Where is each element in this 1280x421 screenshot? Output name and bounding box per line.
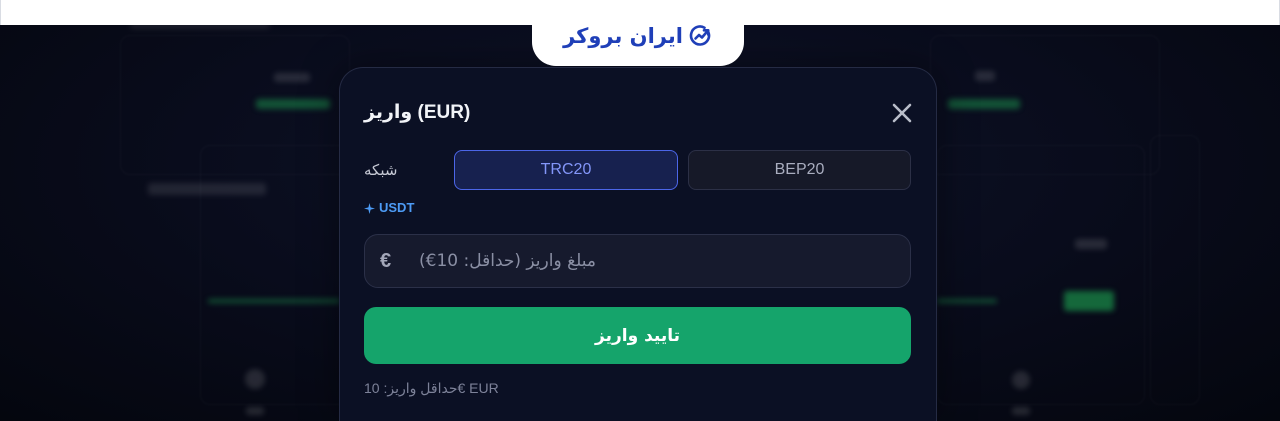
bg-panel-right-lower xyxy=(937,145,1145,405)
token-label: USDT xyxy=(379,200,415,215)
bg-blur-green-value xyxy=(948,99,1020,109)
close-icon xyxy=(892,103,912,123)
confirm-deposit-label: تایید واریز xyxy=(595,325,680,346)
token-indicator: USDT xyxy=(364,200,414,216)
bg-blur-text xyxy=(274,73,310,82)
bg-blur-green-line xyxy=(208,299,340,303)
close-button[interactable] xyxy=(891,102,913,124)
modal-title: واریز (EUR) xyxy=(364,102,471,123)
bg-blur-green-line xyxy=(937,299,997,303)
bg-panel-far-right xyxy=(1150,135,1200,405)
bg-blur-icon xyxy=(245,369,265,389)
logo-text: ایران بروکر xyxy=(563,24,683,48)
deposit-modal: واریز (EUR) شبکه TRC20 BEP20 USDT € تایی… xyxy=(339,67,937,421)
network-option-label: BEP20 xyxy=(774,161,825,178)
trend-up-circle-icon xyxy=(689,24,713,48)
network-option-bep20[interactable]: BEP20 xyxy=(688,150,911,190)
brand-logo[interactable]: ایران بروکر xyxy=(532,0,744,66)
network-option-trc20[interactable]: TRC20 xyxy=(454,150,678,190)
bg-blur-heading xyxy=(148,183,266,195)
sparkle-icon xyxy=(364,202,375,214)
confirm-deposit-button[interactable]: تایید واریز xyxy=(364,307,911,364)
minimum-deposit-note: حداقل واریز: 10€ EUR xyxy=(364,380,499,396)
bg-blur-text xyxy=(975,71,995,81)
euro-symbol: € xyxy=(380,250,392,272)
bg-blur-text xyxy=(246,407,264,415)
bg-blur-green-value xyxy=(256,99,330,109)
network-label: شبکه xyxy=(364,161,398,179)
bg-blur-icon xyxy=(1012,371,1030,389)
amount-input[interactable] xyxy=(364,234,911,288)
bg-blur-text xyxy=(130,25,270,29)
network-option-label: TRC20 xyxy=(540,161,592,178)
amount-field: € xyxy=(364,234,911,288)
bg-blur-text xyxy=(1075,239,1107,249)
bg-blur-text xyxy=(1012,407,1030,415)
bg-blur-green-button xyxy=(1064,291,1114,311)
